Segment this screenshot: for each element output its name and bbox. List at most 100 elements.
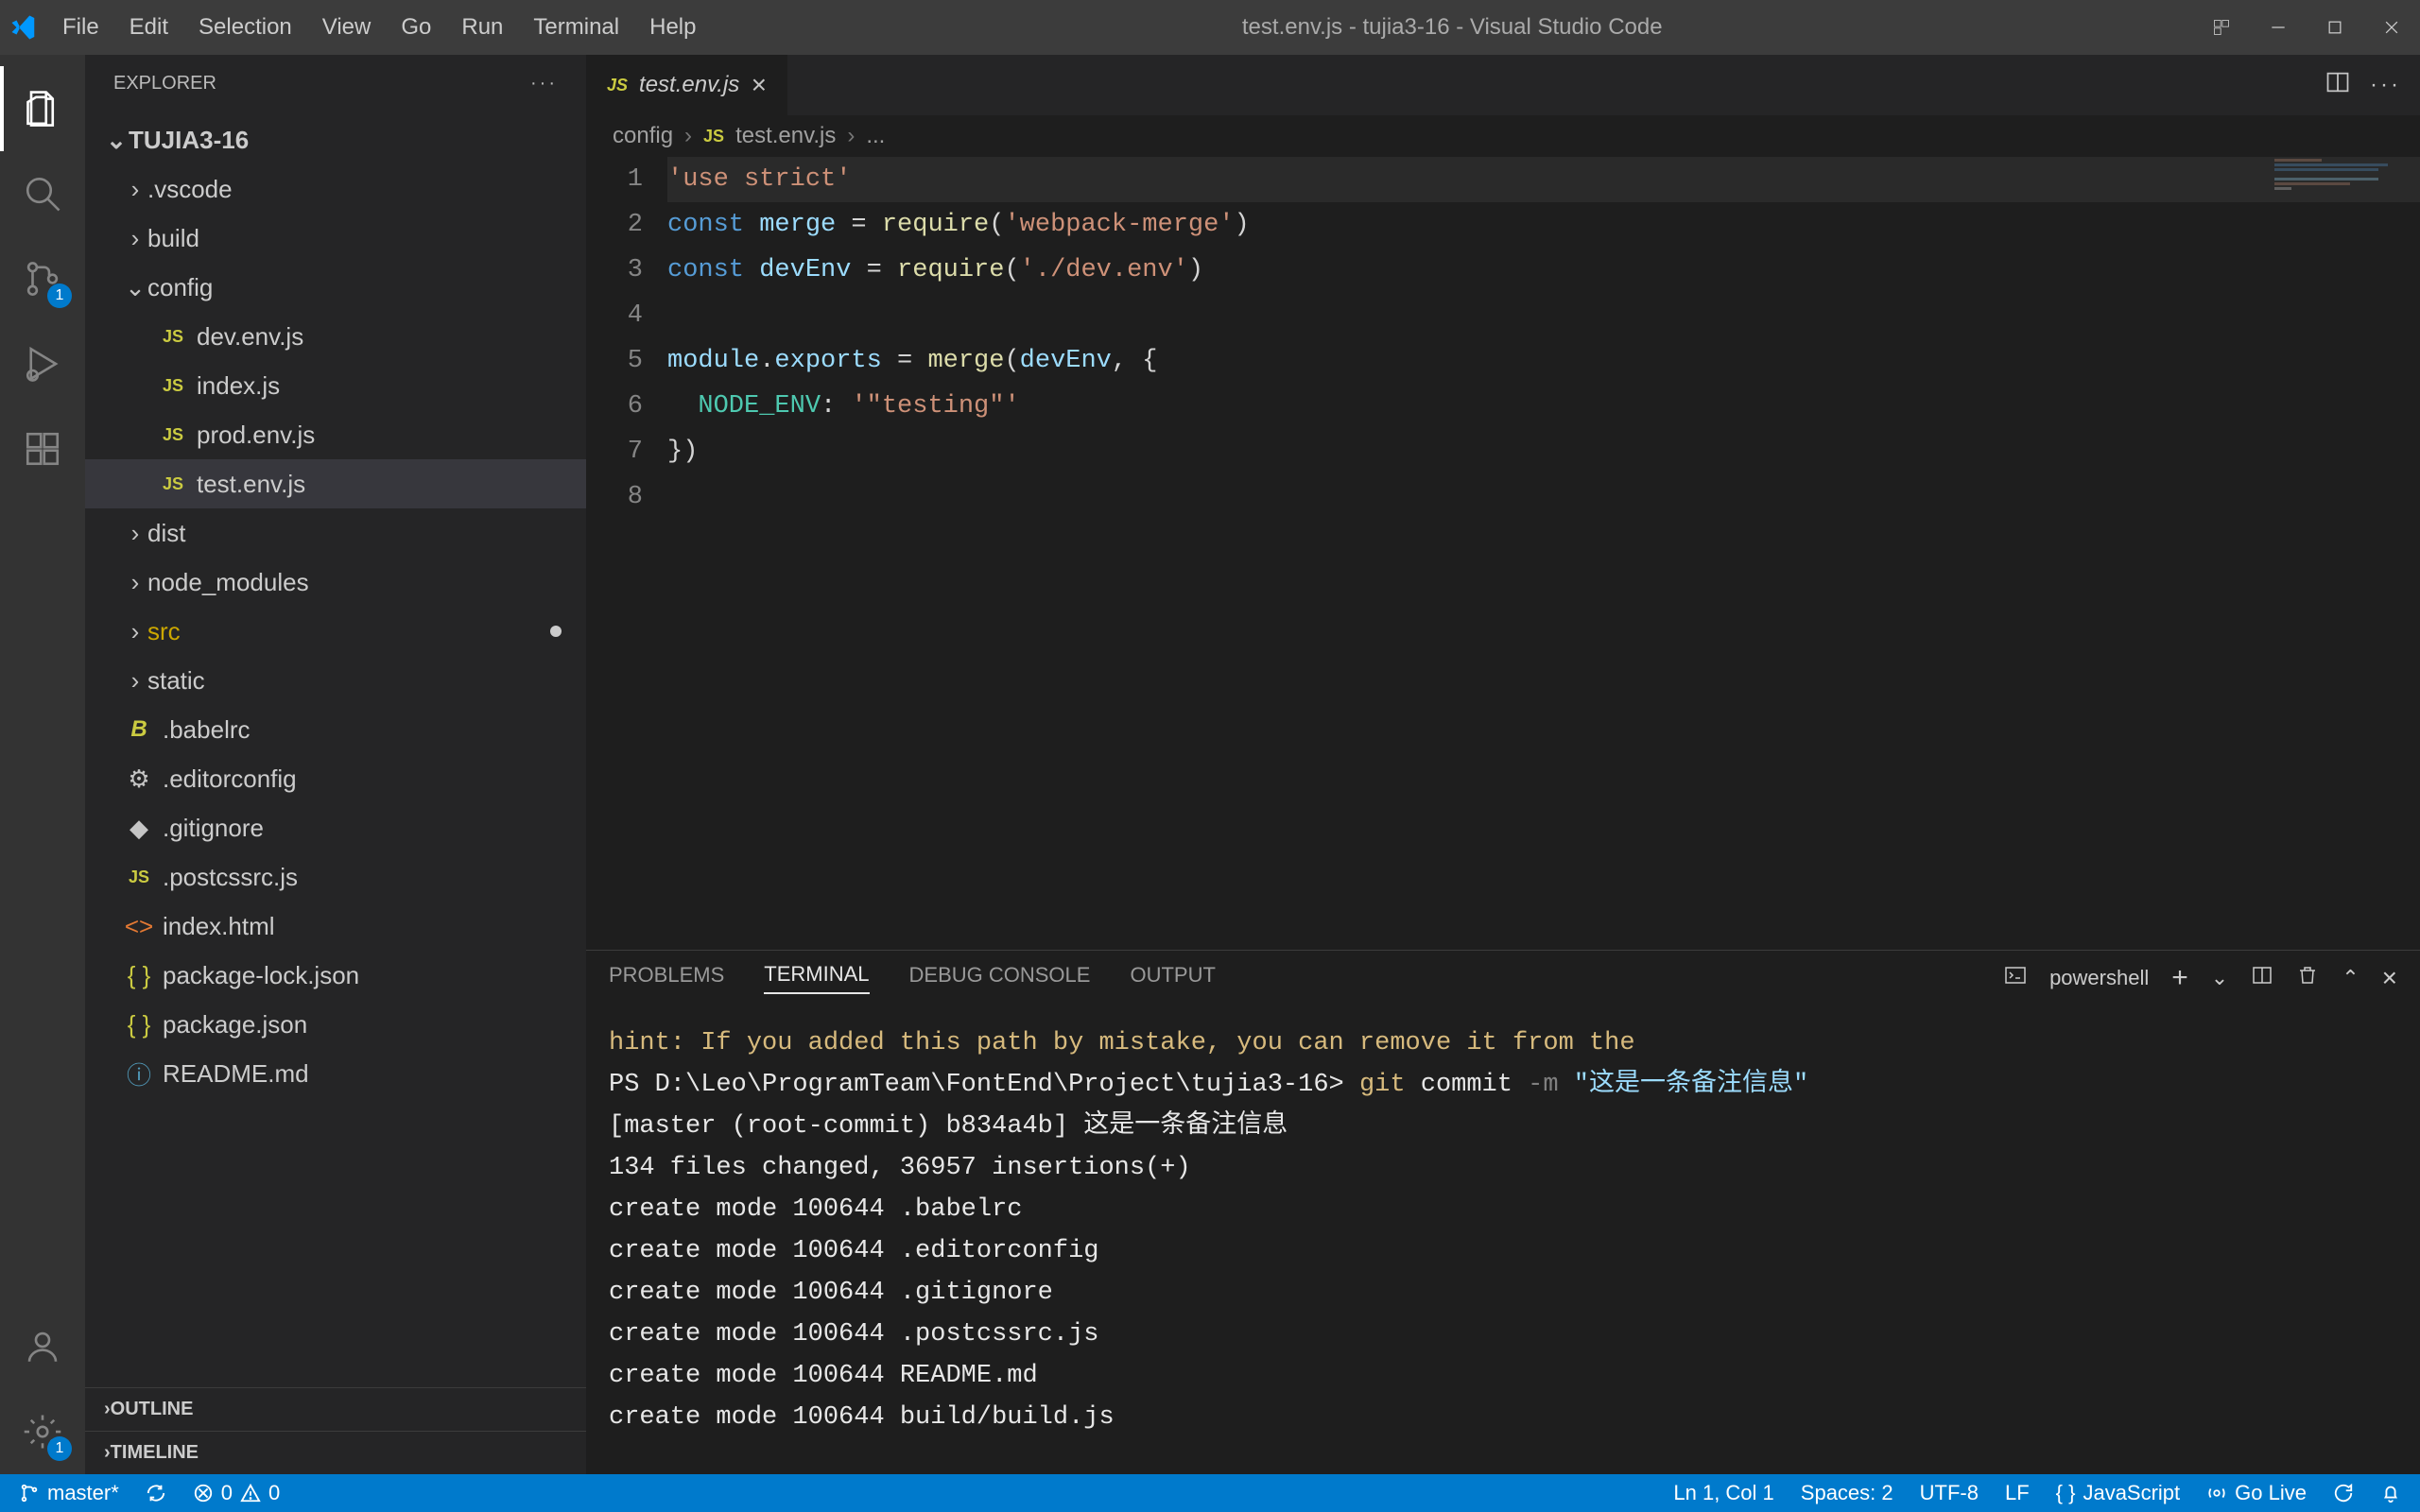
status-feedback-icon[interactable] [2333, 1483, 2354, 1503]
status-language[interactable]: { } JavaScript [2056, 1481, 2181, 1505]
shell-name[interactable]: powershell [2049, 966, 2149, 990]
tree-folder-src[interactable]: ›src [85, 607, 586, 656]
code-line[interactable] [667, 293, 2420, 338]
extensions-icon[interactable] [0, 406, 85, 491]
html-icon: <> [123, 912, 155, 941]
sidebar-header: EXPLORER ··· [85, 55, 586, 112]
split-panel-icon[interactable] [2251, 964, 2273, 992]
status-lncol[interactable]: Ln 1, Col 1 [1673, 1481, 1773, 1505]
chevron-icon: › [123, 175, 147, 204]
tab-test-env-js[interactable]: JS test.env.js × [586, 55, 788, 115]
tree-file-.babelrc[interactable]: B.babelrc [85, 705, 586, 754]
panel-tab-problems[interactable]: PROBLEMS [609, 963, 724, 993]
split-editor-icon[interactable] [2325, 69, 2351, 102]
menu-help[interactable]: Help [634, 14, 711, 41]
tree-file-index.js[interactable]: JSindex.js [85, 361, 586, 410]
accounts-icon[interactable] [0, 1304, 85, 1389]
tree-folder-build[interactable]: ›build [85, 214, 586, 263]
breadcrumb-seg[interactable]: config [613, 123, 673, 149]
menubar: FileEditSelectionViewGoRunTerminalHelp [47, 14, 711, 41]
status-encoding[interactable]: UTF-8 [1920, 1481, 1979, 1505]
minimap[interactable] [2269, 157, 2420, 950]
code-line[interactable]: module.exports = merge(devEnv, { [667, 338, 2420, 384]
code-line[interactable]: 'use strict' [667, 157, 2420, 202]
menu-edit[interactable]: Edit [114, 14, 183, 41]
tree-folder-config[interactable]: ⌄config [85, 263, 586, 312]
tab-close-icon[interactable]: × [751, 70, 766, 100]
tree-file-.postcssrc.js[interactable]: JS.postcssrc.js [85, 852, 586, 902]
settings-icon[interactable]: 1 [0, 1389, 85, 1474]
trash-icon[interactable] [2296, 964, 2319, 992]
search-icon[interactable] [0, 151, 85, 236]
statusbar: master* 0 0 Ln 1, Col 1 Spaces: 2 UTF-8 … [0, 1474, 2420, 1512]
tree-file-dev.env.js[interactable]: JSdev.env.js [85, 312, 586, 361]
menu-run[interactable]: Run [446, 14, 518, 41]
terminal[interactable]: hint: If you added this path by mistake,… [586, 1005, 2420, 1474]
panel-actions: powershell + ⌄ ⌃ × [2004, 962, 2397, 994]
status-problems[interactable]: 0 0 [193, 1481, 281, 1505]
tree-folder-node_modules[interactable]: ›node_modules [85, 558, 586, 607]
chevron-up-icon[interactable]: ⌃ [2342, 966, 2359, 990]
menu-selection[interactable]: Selection [183, 14, 307, 41]
status-eol[interactable]: LF [2005, 1481, 2030, 1505]
code-line[interactable]: }) [667, 429, 2420, 474]
breadcrumb-seg[interactable]: ... [866, 123, 885, 149]
layout-icon[interactable] [2193, 0, 2250, 55]
tree-file-prod.env.js[interactable]: JSprod.env.js [85, 410, 586, 459]
more-icon[interactable]: ··· [530, 73, 558, 94]
tree-file-README.md[interactable]: ⓘREADME.md [85, 1049, 586, 1098]
menu-view[interactable]: View [307, 14, 387, 41]
menu-file[interactable]: File [47, 14, 114, 41]
menu-terminal[interactable]: Terminal [518, 14, 634, 41]
chevron-down-icon[interactable]: ⌄ [2211, 966, 2228, 990]
code-line[interactable]: const devEnv = require('./dev.env') [667, 248, 2420, 293]
tree-folder-.vscode[interactable]: ›.vscode [85, 164, 586, 214]
code-line[interactable]: const merge = require('webpack-merge') [667, 202, 2420, 248]
outline-section[interactable]: › OUTLINE [85, 1387, 586, 1431]
more-icon[interactable]: ··· [2370, 72, 2401, 98]
timeline-section[interactable]: › TIMELINE [85, 1431, 586, 1474]
code-line[interactable]: NODE_ENV: '"testing"' [667, 384, 2420, 429]
close-panel-icon[interactable]: × [2382, 963, 2397, 993]
json-icon: { } [123, 961, 155, 990]
explorer-icon[interactable] [0, 66, 85, 151]
panel-tab-debug-console[interactable]: DEBUG CONSOLE [909, 963, 1091, 993]
tree-root[interactable]: ⌄TUJIA3-16 [85, 115, 586, 164]
warnings-count: 0 [268, 1481, 280, 1505]
breadcrumb[interactable]: config › JS test.env.js › ... [586, 115, 2420, 157]
tree-file-.gitignore[interactable]: ◆.gitignore [85, 803, 586, 852]
chevron-icon: › [123, 617, 147, 646]
editor[interactable]: 12345678 'use strict'const merge = requi… [586, 157, 2420, 950]
js-icon: JS [123, 868, 155, 887]
status-sync-icon[interactable] [146, 1483, 166, 1503]
maximize-button[interactable] [2307, 0, 2363, 55]
tree-file-package-lock.json[interactable]: { }package-lock.json [85, 951, 586, 1000]
status-spaces[interactable]: Spaces: 2 [1801, 1481, 1893, 1505]
tree-file-index.html[interactable]: <>index.html [85, 902, 586, 951]
status-golive[interactable]: Go Live [2206, 1481, 2307, 1505]
close-button[interactable] [2363, 0, 2420, 55]
source-control-icon[interactable]: 1 [0, 236, 85, 321]
chevron-right-icon: › [104, 1399, 111, 1420]
new-terminal-icon[interactable]: + [2171, 962, 2188, 994]
status-branch[interactable]: master* [19, 1481, 119, 1505]
tree-folder-dist[interactable]: ›dist [85, 508, 586, 558]
menu-go[interactable]: Go [386, 14, 446, 41]
terminal-line: PS D:\Leo\ProgramTeam\FontEnd\Project\tu… [609, 1064, 2397, 1106]
run-debug-icon[interactable] [0, 321, 85, 406]
tree-file-package.json[interactable]: { }package.json [85, 1000, 586, 1049]
terminal-line: create mode 100644 .babelrc [609, 1189, 2397, 1230]
terminal-icon [2004, 964, 2027, 992]
code-line[interactable] [667, 474, 2420, 520]
code[interactable]: 'use strict'const merge = require('webpa… [667, 157, 2420, 950]
breadcrumb-seg[interactable]: test.env.js [735, 123, 836, 149]
terminal-line: create mode 100644 .postcssrc.js [609, 1314, 2397, 1355]
panel-tab-terminal[interactable]: TERMINAL [764, 962, 869, 994]
tree-file-.editorconfig[interactable]: ⚙.editorconfig [85, 754, 586, 803]
panel-tab-output[interactable]: OUTPUT [1130, 963, 1215, 993]
tree-folder-static[interactable]: ›static [85, 656, 586, 705]
tree-file-test.env.js[interactable]: JStest.env.js [85, 459, 586, 508]
minimize-button[interactable] [2250, 0, 2307, 55]
settings-badge: 1 [47, 1436, 72, 1461]
status-bell-icon[interactable] [2380, 1483, 2401, 1503]
